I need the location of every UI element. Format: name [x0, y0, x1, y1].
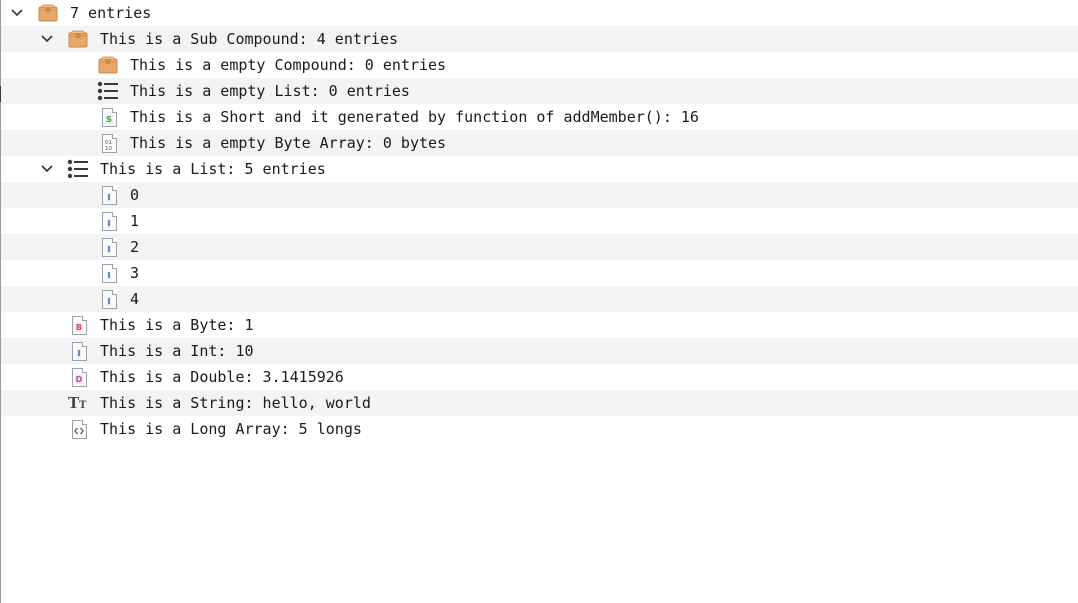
tree-row-list-item[interactable]: I 3	[1, 260, 1078, 286]
long-array-icon	[68, 418, 90, 440]
tree-row-list-item[interactable]: I 4	[1, 286, 1078, 312]
int-i-icon: I	[98, 184, 120, 206]
short-s-icon: S	[98, 106, 120, 128]
tree-row-double[interactable]: D This is a Double: 3.1415926	[1, 364, 1078, 390]
int-i-icon: I	[98, 262, 120, 284]
tree-row-label: 0	[130, 186, 140, 204]
tree-row-label: 4	[130, 290, 140, 308]
int-i-icon: I	[98, 288, 120, 310]
int-i-icon: I	[98, 236, 120, 258]
tree-row-empty-compound[interactable]: This is a empty Compound: 0 entries	[1, 52, 1078, 78]
tree-row-label: This is a empty Compound: 0 entries	[130, 56, 447, 74]
tree-row-label: 7 entries	[70, 4, 152, 22]
string-tt-icon: T T	[68, 392, 90, 414]
byte-b-icon: B	[68, 314, 90, 336]
tree-row-list-item[interactable]: I 2	[1, 234, 1078, 260]
tree-row-label: This is a empty Byte Array: 0 bytes	[130, 134, 447, 152]
tree-row-list[interactable]: This is a List: 5 entries	[1, 156, 1078, 182]
tree-row-root[interactable]: 7 entries	[1, 0, 1078, 26]
tree-row-label: 1	[130, 212, 140, 230]
tree-row-label: This is a Sub Compound: 4 entries	[100, 30, 399, 48]
nbt-tree-view[interactable]: 7 entries This is a Sub Compound: 4 entr…	[1, 0, 1078, 442]
tree-row-label: 3	[130, 264, 140, 282]
tree-row-string[interactable]: T T This is a String: hello, world	[1, 390, 1078, 416]
tree-row-short[interactable]: S This is a Short and it generated by fu…	[1, 104, 1078, 130]
tree-row-label: 2	[130, 238, 140, 256]
tree-row-int[interactable]: I This is a Int: 10	[1, 338, 1078, 364]
tree-row-label: This is a empty List: 0 entries	[130, 82, 410, 100]
tree-row-label: This is a Byte: 1	[100, 316, 254, 334]
compound-package-icon	[97, 54, 119, 76]
byte-array-icon: 01 10	[98, 132, 120, 154]
tree-row-label: This is a Short and it generated by func…	[130, 108, 699, 126]
tree-row-label: This is a String: hello, world	[100, 394, 371, 412]
tree-row-byte-array[interactable]: 01 10 This is a empty Byte Array: 0 byte…	[1, 130, 1078, 156]
tree-row-empty-list[interactable]: This is a empty List: 0 entries	[1, 78, 1078, 104]
list-icon	[97, 80, 119, 102]
tree-row-sub-compound[interactable]: This is a Sub Compound: 4 entries	[1, 26, 1078, 52]
list-icon	[67, 158, 89, 180]
chevron-down-icon[interactable]	[38, 160, 56, 178]
chevron-down-icon[interactable]	[8, 4, 26, 22]
int-i-icon: I	[68, 340, 90, 362]
tree-row-label: This is a Double: 3.1415926	[100, 368, 344, 386]
tree-row-list-item[interactable]: I 1	[1, 208, 1078, 234]
double-d-icon: D	[68, 366, 90, 388]
int-i-icon: I	[98, 210, 120, 232]
tree-row-label: This is a List: 5 entries	[100, 160, 326, 178]
tree-row-label: This is a Int: 10	[100, 342, 254, 360]
svg-text:10: 10	[105, 146, 112, 151]
tree-row-list-item[interactable]: I 0	[1, 182, 1078, 208]
tree-row-long-array[interactable]: This is a Long Array: 5 longs	[1, 416, 1078, 442]
svg-text:T: T	[79, 400, 87, 411]
compound-package-icon	[37, 2, 59, 24]
tree-row-byte[interactable]: B This is a Byte: 1	[1, 312, 1078, 338]
chevron-down-icon[interactable]	[38, 30, 56, 48]
tree-row-label: This is a Long Array: 5 longs	[100, 420, 362, 438]
compound-package-icon	[67, 28, 89, 50]
